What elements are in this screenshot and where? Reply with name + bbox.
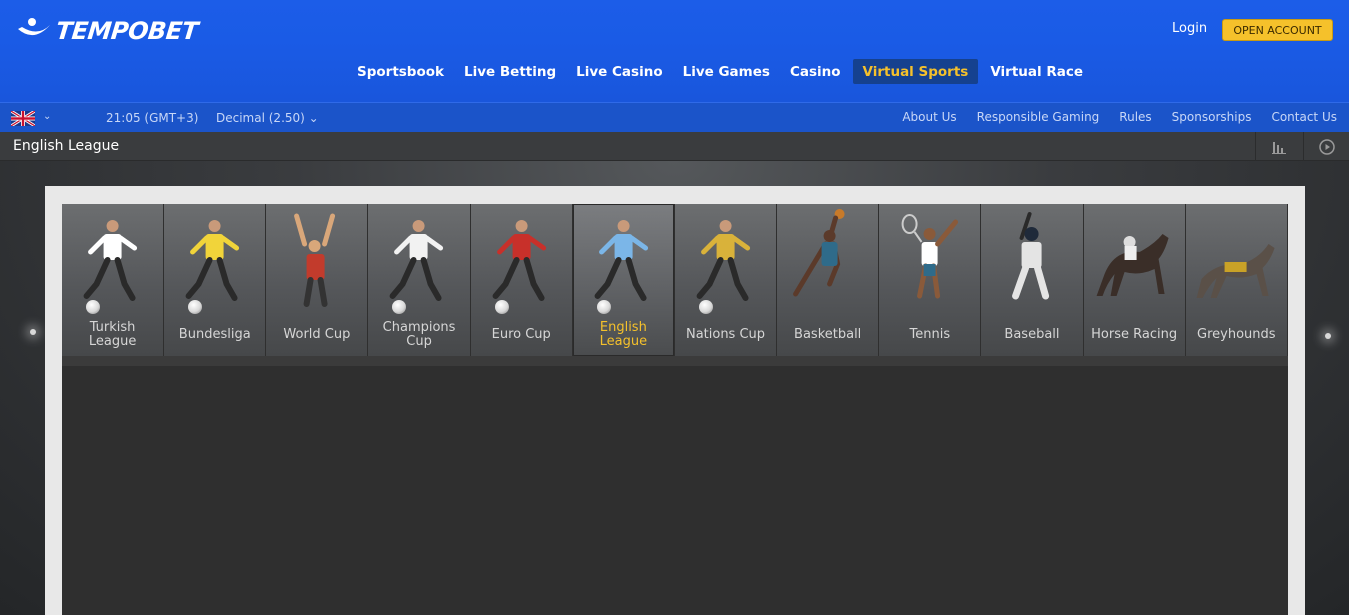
chevron-down-icon: ⌄ — [308, 111, 319, 125]
football-player-icon — [696, 220, 751, 301]
page-title: English League — [13, 138, 120, 154]
nav-live-casino[interactable]: Live Casino — [566, 59, 672, 84]
stats-icon[interactable] — [1255, 132, 1301, 161]
logo-swoosh-icon — [18, 18, 50, 36]
virtual-sports-frame: Turkish League Bundesliga World Cup Cham… — [45, 186, 1305, 615]
game-tile-basketball[interactable]: Basketball — [777, 204, 880, 356]
football-player-icon — [390, 220, 444, 301]
game-tile-euro-cup[interactable]: Euro Cup — [470, 204, 573, 356]
game-container: Turkish League Bundesliga World Cup Cham… — [62, 204, 1288, 615]
game-tile-champions-cup[interactable]: Champions Cup — [368, 204, 471, 356]
game-label: Greyhounds — [1197, 327, 1276, 342]
football-player-icon — [594, 220, 648, 301]
nav-casino[interactable]: Casino — [780, 59, 851, 84]
game-label: Nations Cup — [685, 327, 766, 342]
football-icon — [596, 300, 611, 314]
game-label: World Cup — [283, 327, 351, 342]
game-label: Bundesliga — [178, 327, 251, 342]
game-label: English League — [599, 320, 648, 349]
tennis-player-icon — [901, 214, 959, 299]
clock-time: 21:05 (GMT+3) — [106, 111, 199, 125]
nav-live-games[interactable]: Live Games — [673, 59, 780, 84]
game-tile-tennis[interactable]: Tennis — [879, 204, 982, 356]
odds-format-label: Decimal (2.50) — [216, 111, 305, 125]
horse-icon — [1096, 234, 1169, 296]
game-tile-english-league[interactable]: English League — [572, 204, 675, 356]
game-tile-nations-cup[interactable]: Nations Cup — [674, 204, 778, 356]
game-tile-world-cup[interactable]: World Cup — [266, 204, 369, 356]
link-about-us[interactable]: About Us — [902, 110, 956, 124]
nav-sportsbook[interactable]: Sportsbook — [347, 59, 454, 84]
game-tile-bundesliga[interactable]: Bundesliga — [164, 204, 267, 356]
logo-text: TEMPOBET — [54, 17, 200, 45]
game-tile-horse-racing[interactable]: Horse Racing — [1083, 204, 1186, 356]
game-selector: Turkish League Bundesliga World Cup Cham… — [62, 204, 1288, 356]
football-player-icon — [492, 220, 546, 301]
game-label: Tennis — [909, 327, 951, 342]
baseball-player-icon — [1012, 212, 1050, 300]
game-label: Basketball — [794, 327, 862, 342]
login-link[interactable]: Login — [1172, 21, 1207, 36]
game-tile-greyhounds[interactable]: Greyhounds — [1185, 204, 1288, 356]
main-nav: Sportsbook Live Betting Live Casino Live Ga… — [347, 59, 1093, 84]
link-responsible-gaming[interactable]: Responsible Gaming — [977, 110, 1100, 124]
play-icon[interactable] — [1303, 132, 1349, 161]
link-contact-us[interactable]: Contact Us — [1271, 110, 1337, 124]
link-rules[interactable]: Rules — [1119, 110, 1151, 124]
nav-virtual-race[interactable]: Virtual Race — [980, 59, 1093, 84]
nav-virtual-sports[interactable]: Virtual Sports — [852, 59, 979, 84]
uk-flag-icon[interactable] — [11, 111, 35, 126]
page-title-bar: English League — [0, 132, 1349, 161]
football-icon — [494, 300, 509, 314]
site-header: TEMPOBET Login OPEN ACCOUNT Sportsbook Li… — [0, 0, 1349, 102]
goalkeeper-icon — [294, 213, 336, 307]
odds-format-select[interactable]: Decimal (2.50) ⌄ — [216, 111, 319, 125]
info-links: About Us Responsible Gaming Rules Sponsorsh… — [902, 110, 1337, 124]
football-player-icon — [185, 220, 240, 301]
language-chevron-down-icon[interactable]: ⌄ — [43, 111, 51, 122]
open-account-button[interactable]: OPEN ACCOUNT — [1222, 19, 1333, 41]
nav-live-betting[interactable]: Live Betting — [454, 59, 566, 84]
football-icon — [698, 300, 713, 314]
game-label: Champions Cup — [382, 320, 456, 349]
game-tile-turkish-league[interactable]: Turkish League — [62, 204, 165, 356]
game-label: Turkish League — [88, 320, 137, 349]
game-tile-baseball[interactable]: Baseball — [981, 204, 1084, 356]
utility-bar: ⌄ 21:05 (GMT+3) Decimal (2.50) ⌄ About U… — [0, 102, 1349, 132]
game-label: Baseball — [1004, 327, 1060, 342]
greyhound-icon — [1196, 244, 1275, 298]
game-label: Euro Cup — [491, 327, 551, 342]
basketball-player-icon — [793, 209, 845, 297]
link-sponsorships[interactable]: Sponsorships — [1172, 110, 1252, 124]
game-label: Horse Racing — [1091, 327, 1178, 342]
logo[interactable]: TEMPOBET — [16, 16, 200, 46]
game-divider — [62, 356, 1288, 366]
football-icon — [86, 300, 100, 314]
football-player-icon — [83, 220, 138, 301]
